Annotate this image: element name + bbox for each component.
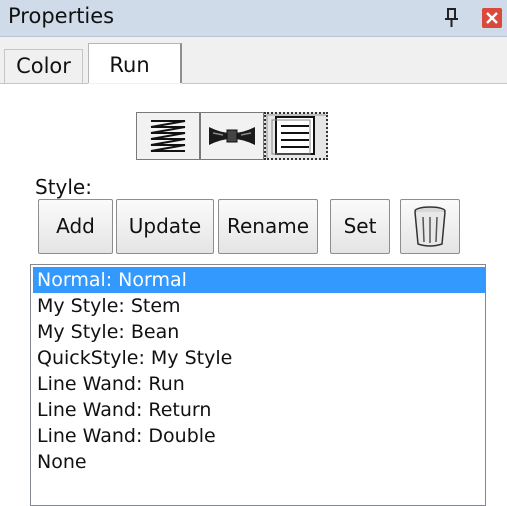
tab-color-label: Color: [16, 54, 71, 78]
zigzag-mode-button[interactable]: [136, 112, 200, 160]
set-button-label: Set: [343, 214, 377, 238]
tab-run[interactable]: Run: [88, 43, 182, 83]
list-item[interactable]: QuickStyle: My Style: [33, 345, 485, 371]
style-list[interactable]: Normal: Normal My Style: Stem My Style: …: [30, 264, 486, 506]
trash-can-icon: [414, 206, 446, 247]
document-lines-icon: [271, 116, 315, 155]
list-item[interactable]: None: [33, 449, 485, 475]
add-button-label: Add: [56, 214, 95, 238]
tab-run-label: Run: [109, 53, 150, 77]
update-button-label: Update: [128, 214, 202, 238]
tab-color[interactable]: Color: [4, 49, 83, 83]
bowtie-mode-button[interactable]: [200, 112, 264, 160]
set-button[interactable]: Set: [330, 199, 390, 254]
list-item[interactable]: My Style: Stem: [33, 293, 485, 319]
document-mode-button[interactable]: [264, 112, 328, 160]
panel-title: Properties: [8, 4, 115, 28]
list-item[interactable]: My Style: Bean: [33, 319, 485, 345]
pin-icon[interactable]: [440, 6, 462, 30]
list-item[interactable]: Line Wand: Run: [33, 371, 485, 397]
rename-button-label: Rename: [226, 214, 310, 238]
update-button[interactable]: Update: [116, 199, 214, 254]
bowtie-icon: [209, 127, 255, 145]
style-label: Style:: [35, 175, 92, 199]
zigzag-lines-icon: [150, 120, 186, 152]
list-item[interactable]: Line Wand: Double: [33, 423, 485, 449]
list-item[interactable]: Line Wand: Return: [33, 397, 485, 423]
rename-button[interactable]: Rename: [218, 199, 318, 254]
list-item[interactable]: Normal: Normal: [33, 267, 485, 293]
properties-panel: Properties Color Run Style: Add Update R…: [0, 0, 507, 506]
add-button[interactable]: Add: [38, 199, 113, 254]
title-bar: Properties: [0, 0, 507, 37]
close-icon[interactable]: [482, 8, 502, 28]
delete-button[interactable]: [400, 199, 460, 254]
